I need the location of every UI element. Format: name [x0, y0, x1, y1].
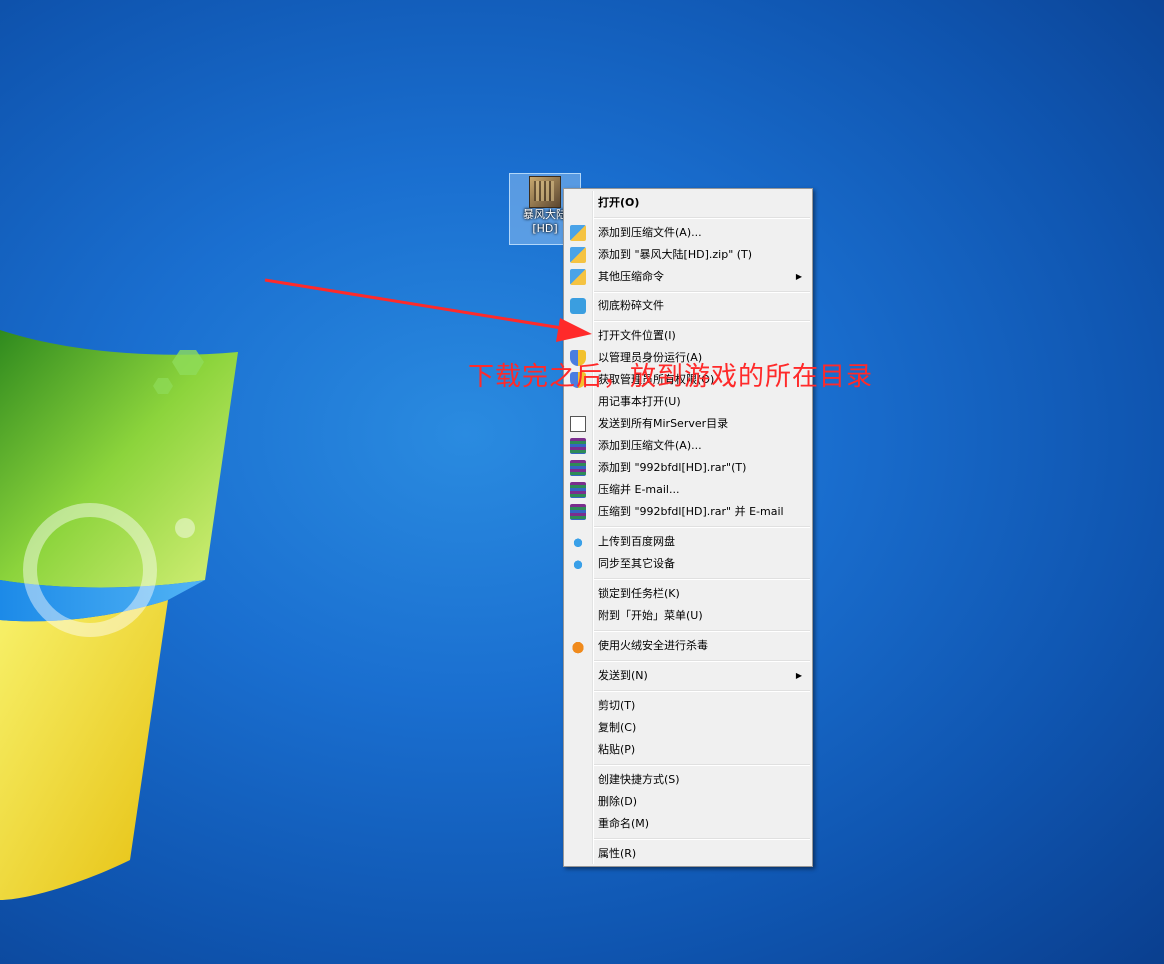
annotation-arrow: [264, 278, 592, 342]
annotation-text: 下载完之后，放到游戏的所在目录: [468, 362, 874, 392]
